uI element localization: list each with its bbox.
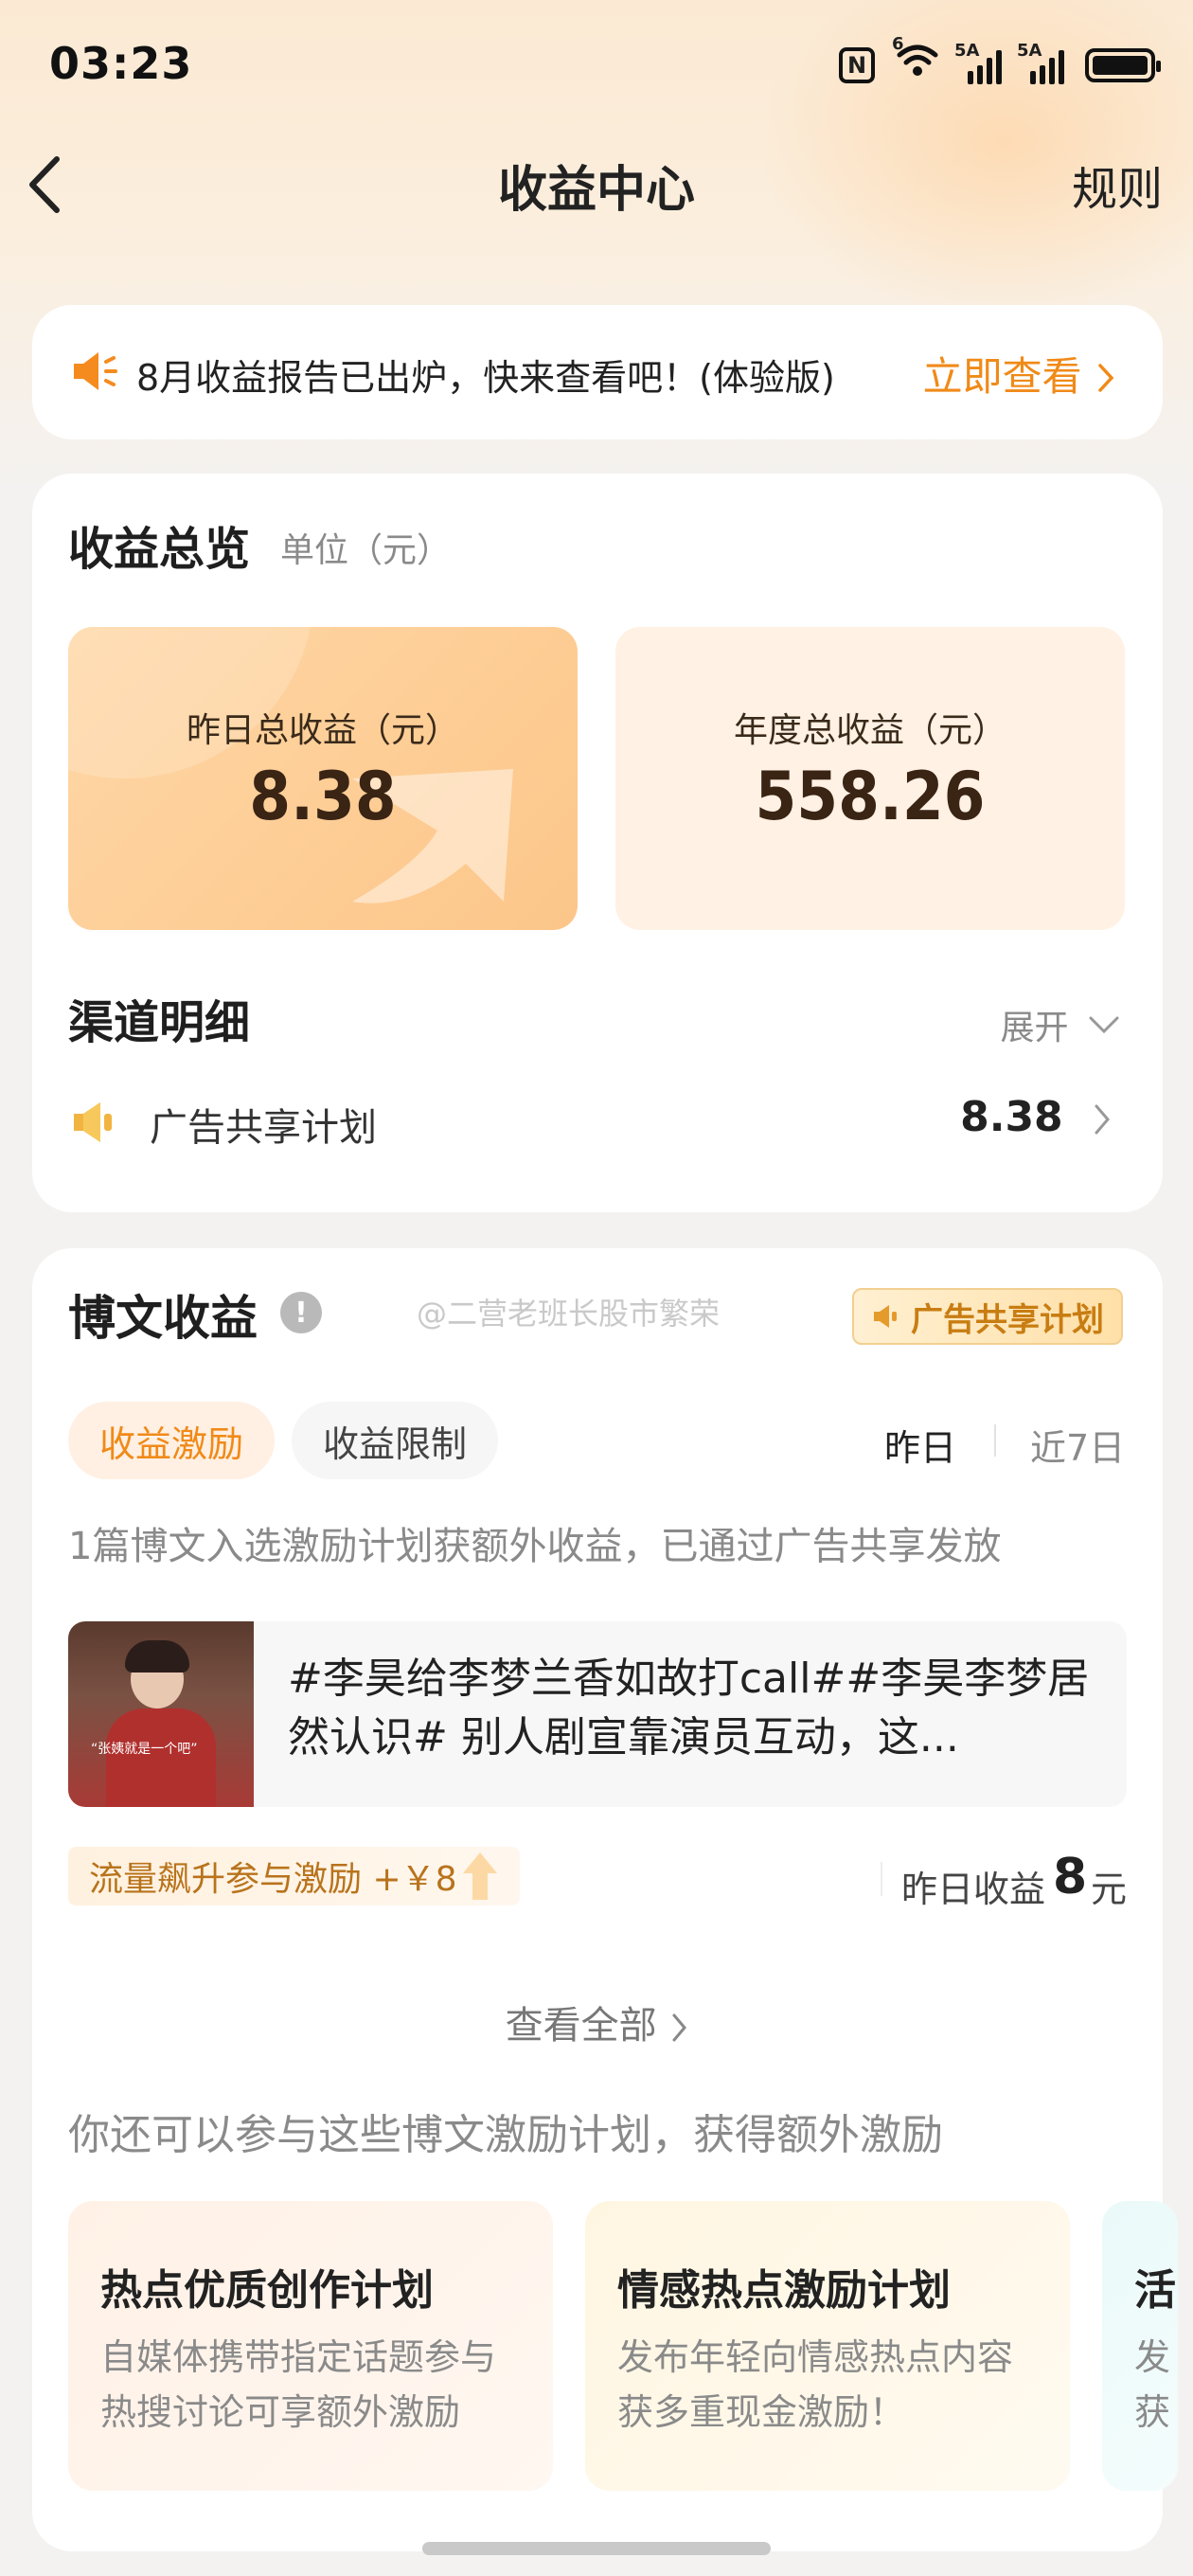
wifi-label: 6: [892, 34, 904, 54]
traffic-boost-tag: 流量飙升参与激励 +￥8: [68, 1847, 520, 1905]
banner-text: 8月收益报告已出炉，快来查看吧！(体验版): [136, 357, 835, 399]
speaker-icon: [70, 349, 119, 398]
view-now-link[interactable]: 立即查看: [923, 345, 1117, 402]
tab-earnings-incentive[interactable]: 收益激励: [68, 1402, 275, 1479]
range-divider: [994, 1424, 996, 1457]
channel-item-value: 8.38: [960, 1093, 1063, 1141]
watermark: @二营老班长股市繁荣: [417, 1296, 721, 1332]
plan-card-emotion-hotspot[interactable]: 情感热点激励计划 发布年轻向情感热点内容获多重现金激励！: [585, 2201, 1070, 2491]
arrow-up-icon: [462, 1852, 497, 1900]
channel-item-ad-share[interactable]: 8.38: [960, 1093, 1113, 1141]
chevron-right-icon: [1095, 1104, 1110, 1135]
chevron-right-icon: [1098, 364, 1114, 392]
article-earnings-title: 博文收益: [68, 1291, 258, 1346]
plan-description: 自媒体携带指定话题参与热搜讨论可享额外激励: [100, 2336, 497, 2433]
page-title: 收益中心: [497, 162, 695, 219]
expand-label: 展开: [1000, 1009, 1069, 1047]
earn-divider: [881, 1862, 882, 1896]
plan-title: 活: [1134, 2266, 1176, 2315]
overview-unit: 单位（元）: [280, 531, 452, 570]
yesterday-earn-unit: 元: [1091, 1869, 1128, 1910]
info-icon[interactable]: !: [280, 1292, 322, 1333]
tab-earnings-limit[interactable]: 收益限制: [292, 1402, 498, 1479]
annual-total-label: 年度总收益（元）: [733, 711, 1006, 750]
overview-title: 收益总览: [68, 523, 251, 576]
chevron-down-icon: [1089, 1016, 1119, 1034]
yesterday-earn-label: 昨日收益: [901, 1869, 1046, 1910]
speaker-icon: [874, 1305, 897, 1328]
sim1-label: 5A: [954, 40, 980, 61]
status-time: 03:23: [49, 38, 193, 89]
ad-share-badge[interactable]: 广告共享计划: [852, 1288, 1123, 1345]
rules-button[interactable]: 规则: [1072, 152, 1163, 218]
signal-icon-sim2: 5A: [1017, 41, 1064, 84]
yesterday-total-value: 8.38: [249, 758, 397, 835]
view-all-label: 查看全部: [505, 2004, 657, 2048]
range-yesterday[interactable]: 昨日: [884, 1419, 956, 1471]
ad-share-badge-label: 广告共享计划: [911, 1300, 1104, 1339]
wifi-icon: 6: [892, 34, 939, 86]
plan-description: 发布年轻向情感热点内容获多重现金激励！: [617, 2336, 1014, 2433]
home-indicator[interactable]: [422, 2542, 771, 2555]
plan-card-partial[interactable]: 活 发获: [1102, 2201, 1178, 2491]
status-icons: N 6 5A 5A: [839, 34, 1161, 86]
plan-description: 发获: [1134, 2336, 1171, 2433]
more-plans-description: 你还可以参与这些博文激励计划，获得额外激励: [68, 2111, 943, 2159]
plan-title: 情感热点激励计划: [617, 2266, 951, 2315]
plan-title: 热点优质创作计划: [100, 2266, 434, 2315]
channel-item-ad-share-label[interactable]: 广告共享计划: [150, 1097, 377, 1152]
yesterday-total-label: 昨日总收益（元）: [186, 711, 459, 750]
post-item[interactable]: “张姨就是一个吧” #李昊给李梦兰香如故打call##李昊李梦居然认识# 别人剧…: [68, 1621, 1127, 1807]
signal-icon-sim1: 5A: [954, 41, 1002, 84]
sim2-label: 5A: [1017, 40, 1042, 61]
nfc-icon: N: [839, 46, 875, 83]
yesterday-total-tile[interactable]: 昨日总收益（元） 8.38: [68, 627, 578, 930]
report-banner[interactable]: 8月收益报告已出炉，快来查看吧！(体验版) 立即查看: [32, 305, 1163, 439]
chevron-right-icon: [672, 2013, 687, 2042]
earnings-overview-card: 收益总览 单位（元） 昨日总收益（元） 8.38 年度总收益（元） 558.26…: [32, 474, 1163, 1212]
yesterday-earn-value: 8: [1053, 1849, 1088, 1905]
post-thumbnail: “张姨就是一个吧”: [68, 1621, 254, 1807]
plan-card-hotspot-quality[interactable]: 热点优质创作计划 自媒体携带指定话题参与热搜讨论可享额外激励: [68, 2201, 553, 2491]
range-7-days[interactable]: 近7日: [1030, 1419, 1125, 1471]
battery-icon: [1085, 47, 1161, 82]
view-now-label: 立即查看: [922, 353, 1082, 400]
expand-toggle[interactable]: 展开: [1001, 1000, 1121, 1049]
thumbnail-caption: “张姨就是一个吧”: [91, 1742, 198, 1757]
traffic-boost-label: 流量飙升参与激励 +￥8: [89, 1860, 457, 1899]
channel-detail-title: 渠道明细: [68, 996, 251, 1049]
article-earnings-card: 博文收益 ! @二营老班长股市繁荣 广告共享计划 收益激励 收益限制 昨日 近7…: [32, 1248, 1178, 2551]
incentive-description: 1篇博文入选激励计划获额外收益，已通过广告共享发放: [68, 1525, 1002, 1568]
post-text: #李昊给李梦兰香如故打call##李昊李梦居然认识# 别人剧宣靠演员互动，这..…: [288, 1655, 1090, 1762]
view-all-link[interactable]: 查看全部: [32, 1995, 1163, 2049]
annual-total-tile[interactable]: 年度总收益（元） 558.26: [615, 627, 1125, 930]
ad-share-icon: [68, 1100, 121, 1148]
annual-total-value: 558.26: [755, 758, 986, 835]
